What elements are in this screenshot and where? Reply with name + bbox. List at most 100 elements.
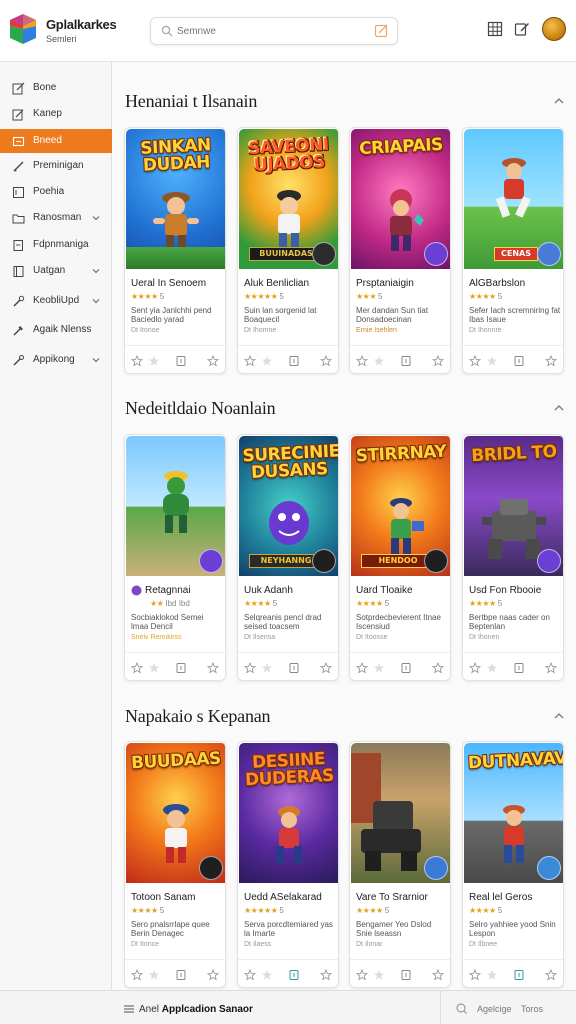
star-icon[interactable] xyxy=(148,662,160,674)
star-outline-icon[interactable] xyxy=(320,355,332,367)
star-outline-icon[interactable] xyxy=(545,662,557,674)
bookmark-icon[interactable] xyxy=(513,662,525,674)
game-card[interactable]: CRIAPAIS Prsptaniaigin ★★★ 5 Mer dandan S… xyxy=(349,127,451,374)
star-outline-icon[interactable] xyxy=(244,662,256,674)
star-icon[interactable] xyxy=(148,355,160,367)
bookmark-icon[interactable] xyxy=(400,355,412,367)
star-outline-icon[interactable] xyxy=(356,969,368,981)
star-outline-icon[interactable] xyxy=(207,662,219,674)
sidebar-item-poehia[interactable]: Poehia xyxy=(0,180,112,204)
chevron-down-icon[interactable] xyxy=(91,213,101,223)
sidebar-item-bone[interactable]: Bone xyxy=(0,76,112,100)
star-icon[interactable] xyxy=(261,969,273,981)
footer-link[interactable]: Toros xyxy=(521,1004,543,1014)
game-card[interactable]: BRIDL TO Usd Fon Rbooie ★★★★ 5 Bertbpe na… xyxy=(462,434,564,681)
game-card[interactable]: DUTNAVAV Real lel Geros ★★★★ 5 Selro yahh… xyxy=(462,741,564,988)
game-cover[interactable]: BRIDL TO xyxy=(464,436,563,576)
star-outline-icon[interactable] xyxy=(207,969,219,981)
star-outline-icon[interactable] xyxy=(432,969,444,981)
game-cover[interactable]: STIRRNAY HENDOO xyxy=(351,436,450,576)
game-cover[interactable]: BUUDAAS xyxy=(126,743,225,883)
game-card[interactable]: SURECINIE DUSANS NEYHANNG Uuk Adanh ★★★★… xyxy=(237,434,339,681)
star-icon[interactable] xyxy=(486,662,498,674)
sidebar-item-preminigan[interactable]: Preminigan xyxy=(0,154,112,178)
star-outline-icon[interactable] xyxy=(356,662,368,674)
star-icon[interactable] xyxy=(486,969,498,981)
game-card[interactable]: CENAS AlGBarbslon ★★★★ 5 Sefer Iach screm… xyxy=(462,127,564,374)
game-cover[interactable]: DUTNAVAV xyxy=(464,743,563,883)
game-card[interactable]: STIRRNAY HENDOO Uard Tloaike ★★★★ 5 Sotpr… xyxy=(349,434,451,681)
star-icon[interactable] xyxy=(373,969,385,981)
star-outline-icon[interactable] xyxy=(469,969,481,981)
bookmark-icon[interactable] xyxy=(175,969,187,981)
star-outline-icon[interactable] xyxy=(320,662,332,674)
bookmark-icon[interactable] xyxy=(288,662,300,674)
game-card[interactable]: BUUDAAS Totoon Sanam ★★★★ 5 Sero pnalsrrl… xyxy=(124,741,226,988)
game-cover[interactable]: SURECINIE DUSANS NEYHANNG xyxy=(239,436,338,576)
game-cover[interactable]: CRIAPAIS xyxy=(351,129,450,269)
sidebar-item-appikong[interactable]: Appikong xyxy=(0,348,112,372)
star-outline-icon[interactable] xyxy=(469,662,481,674)
game-cover[interactable]: SINKAN DUDAH xyxy=(126,129,225,269)
app-logo-icon[interactable] xyxy=(8,14,38,44)
star-outline-icon[interactable] xyxy=(469,355,481,367)
chevron-up-icon[interactable] xyxy=(553,402,565,414)
bookmark-icon[interactable] xyxy=(513,355,525,367)
star-icon[interactable] xyxy=(261,662,273,674)
bookmark-icon[interactable] xyxy=(513,969,525,981)
star-outline-icon[interactable] xyxy=(244,355,256,367)
star-outline-icon[interactable] xyxy=(131,969,143,981)
sidebar-item-bneed[interactable]: Bneed xyxy=(0,129,112,153)
game-card[interactable]: SINKAN DUDAH Ueral In Senoem ★★★★ 5 Sent … xyxy=(124,127,226,374)
edit-icon[interactable] xyxy=(514,21,530,37)
star-icon[interactable] xyxy=(261,355,273,367)
settings-icon[interactable] xyxy=(455,1002,467,1014)
star-outline-icon[interactable] xyxy=(432,662,444,674)
game-cover[interactable]: CENAS xyxy=(464,129,563,269)
menu-icon[interactable] xyxy=(124,1004,134,1014)
game-card[interactable]: Retagnnai ★★ Ibd Ibd Socbiaklokod Semei l… xyxy=(124,434,226,681)
chevron-up-icon[interactable] xyxy=(553,710,565,722)
game-card[interactable]: SAVEONI UJADOS BUUINADAS Aluk Benliclian… xyxy=(237,127,339,374)
sidebar-item-ranosman[interactable]: Ranosman xyxy=(0,206,112,230)
star-outline-icon[interactable] xyxy=(131,662,143,674)
compose-icon[interactable] xyxy=(374,23,389,38)
star-outline-icon[interactable] xyxy=(320,969,332,981)
game-cover[interactable]: DESIINE DUDERAS xyxy=(239,743,338,883)
sidebar-item-uatgan[interactable]: Uatgan xyxy=(0,259,112,283)
chevron-up-icon[interactable] xyxy=(553,95,565,107)
star-outline-icon[interactable] xyxy=(131,355,143,367)
sidebar-item-kanep[interactable]: Kanep xyxy=(0,102,112,126)
chevron-down-icon[interactable] xyxy=(91,266,101,276)
bookmark-icon[interactable] xyxy=(400,662,412,674)
search-input[interactable] xyxy=(177,23,367,39)
sidebar-item-agaik-nlenss[interactable]: Agaik Nlenss xyxy=(0,318,112,342)
chevron-down-icon[interactable] xyxy=(91,296,101,306)
bookmark-icon[interactable] xyxy=(288,355,300,367)
bookmark-icon[interactable] xyxy=(175,662,187,674)
game-cover[interactable] xyxy=(351,743,450,883)
star-outline-icon[interactable] xyxy=(207,355,219,367)
game-cover[interactable] xyxy=(126,436,225,576)
chevron-down-icon[interactable] xyxy=(91,355,101,365)
footer-link[interactable]: Agelcige xyxy=(477,1004,512,1014)
star-outline-icon[interactable] xyxy=(545,969,557,981)
bookmark-icon[interactable] xyxy=(288,969,300,981)
star-icon[interactable] xyxy=(486,355,498,367)
bookmark-icon[interactable] xyxy=(175,355,187,367)
avatar[interactable] xyxy=(542,17,566,41)
star-outline-icon[interactable] xyxy=(545,355,557,367)
sidebar-item-fdpnmaniga[interactable]: Fdpnmaniga xyxy=(0,233,112,257)
game-card[interactable]: Vare To Srarnior ★★★★ 5 Bengamer Yeo Dslo… xyxy=(349,741,451,988)
star-outline-icon[interactable] xyxy=(432,355,444,367)
grid-icon[interactable] xyxy=(487,21,503,37)
game-cover[interactable]: SAVEONI UJADOS BUUINADAS xyxy=(239,129,338,269)
star-icon[interactable] xyxy=(148,969,160,981)
bookmark-icon[interactable] xyxy=(400,969,412,981)
star-icon[interactable] xyxy=(373,662,385,674)
search-box[interactable] xyxy=(150,17,398,45)
star-outline-icon[interactable] xyxy=(244,969,256,981)
star-outline-icon[interactable] xyxy=(356,355,368,367)
sidebar-item-keoblupd[interactable]: KeobliUpd xyxy=(0,289,112,313)
game-card[interactable]: DESIINE DUDERAS Uedd ASelakarad ★★★★★ 5 S… xyxy=(237,741,339,988)
